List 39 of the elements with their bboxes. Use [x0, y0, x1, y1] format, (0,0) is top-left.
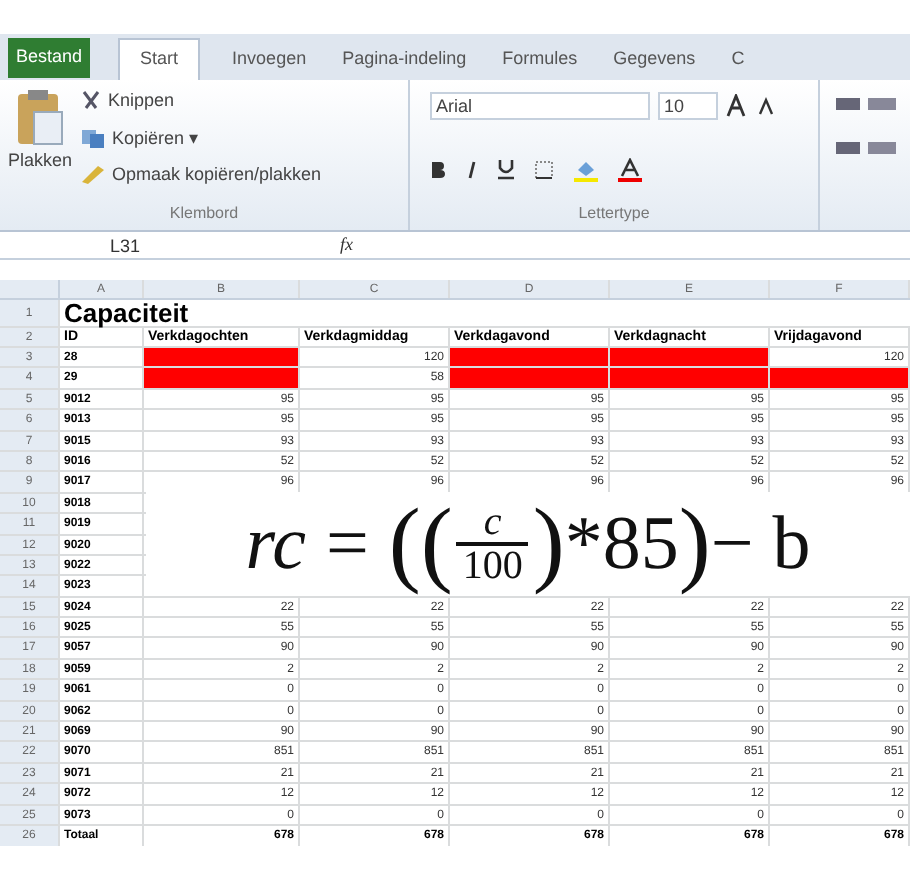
bold-icon[interactable] [430, 159, 446, 179]
ribbon-tab[interactable]: Gegevens [609, 40, 700, 80]
font-size-field[interactable]: 10 [658, 92, 718, 120]
formula-text: *85 [564, 506, 679, 582]
format-painter-button[interactable]: Opmaak kopiëren/plakken [80, 162, 322, 189]
brush-icon [80, 164, 106, 187]
cut-button[interactable]: Knippen [80, 88, 322, 115]
function-icon[interactable]: fx [340, 231, 353, 259]
ribbon-tab[interactable]: Start [118, 38, 201, 80]
scissors-icon [80, 90, 102, 113]
ribbon-tab[interactable]: Formules [498, 40, 582, 80]
italic-icon[interactable] [466, 159, 478, 179]
ribbon-tab[interactable]: Invoegen [228, 40, 311, 80]
group-label: Lettertype [576, 202, 652, 226]
copy-button[interactable]: Kopiëren ▾ [80, 125, 322, 152]
underline-icon[interactable] [498, 158, 514, 180]
borders-icon[interactable] [534, 159, 554, 179]
group-label: Klembord [167, 202, 241, 226]
ribbon-tab[interactable]: C [727, 40, 749, 80]
formula-text: c [483, 502, 502, 542]
font-color-icon[interactable] [618, 157, 642, 181]
shrink-font-icon [758, 96, 778, 116]
name-box[interactable]: L31 [0, 232, 250, 258]
copy-icon [80, 127, 106, 150]
file-tab[interactable]: Bestand [8, 38, 91, 78]
paste-button[interactable]: Plakken [0, 80, 80, 202]
formula-text: = [325, 506, 369, 582]
fill-color-icon[interactable] [574, 157, 598, 181]
formula-text: − b [710, 506, 811, 582]
formula-text: 100 [462, 546, 523, 586]
grow-font-icon [726, 94, 750, 118]
clipboard-icon [14, 88, 66, 148]
formula-text: ) [678, 496, 711, 592]
font-family-field[interactable]: Arial [430, 92, 650, 120]
formula-text: (( [388, 496, 453, 592]
formula-text: rc [245, 506, 306, 582]
ribbon-tab[interactable]: Pagina-indeling [338, 40, 471, 80]
formula-text: ) [532, 496, 565, 592]
sheet-title: Capaciteit [62, 300, 189, 326]
